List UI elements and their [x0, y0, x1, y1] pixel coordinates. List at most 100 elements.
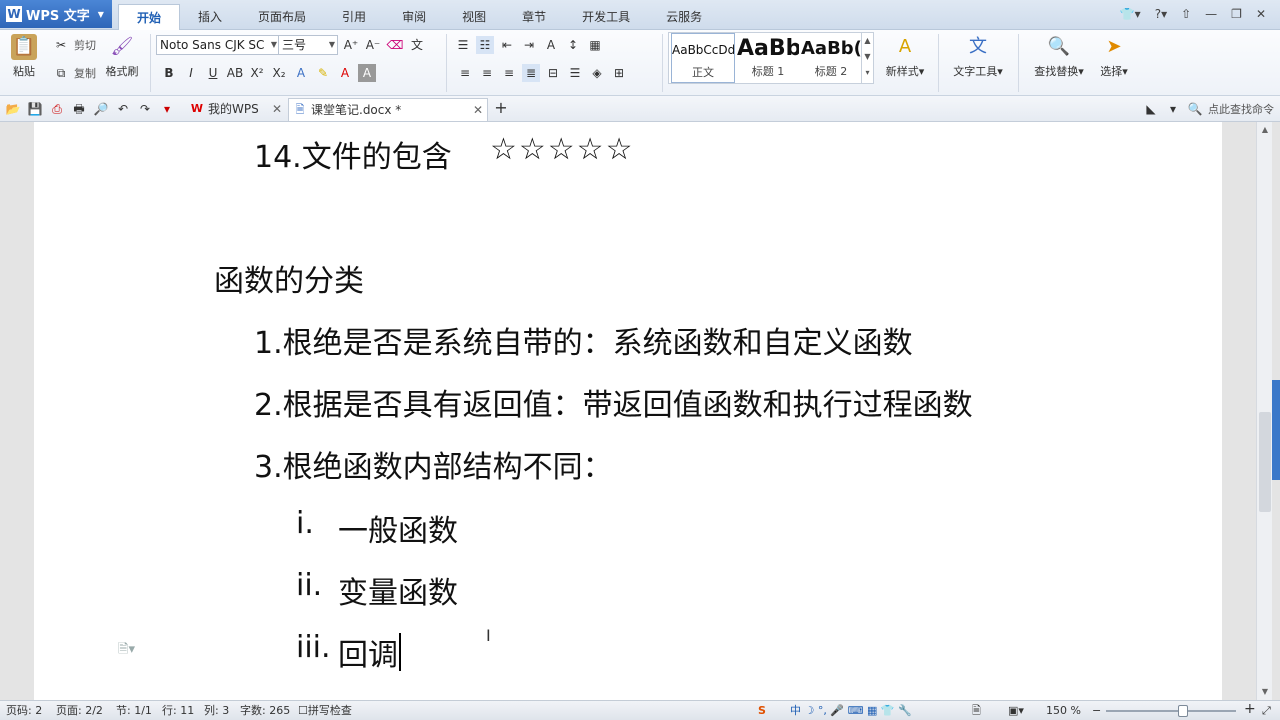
punctuation-icon[interactable]: °, [818, 704, 827, 717]
help-icon[interactable]: ?▾ [1155, 7, 1167, 21]
zoom-out-icon[interactable]: − [1092, 703, 1101, 719]
restore-icon[interactable]: ❐ [1231, 7, 1242, 21]
paste-options-icon[interactable]: 🗎▾ [118, 640, 135, 662]
new-tab-icon[interactable]: + [492, 99, 510, 117]
increase-indent-icon[interactable]: ⇥ [520, 36, 538, 54]
scroll-down-icon[interactable]: ▼ [1257, 684, 1273, 700]
paste-button[interactable]: 📋 粘贴 [4, 30, 44, 79]
tab-options-icon[interactable]: ▾ [1164, 100, 1182, 118]
ime-grid-icon[interactable]: ▦ [867, 704, 877, 717]
command-search[interactable]: ◣ ▾ 🔍 点此查找命令 [1142, 100, 1274, 118]
text-tools-button[interactable]: 文 文字工具▾ [946, 30, 1010, 79]
vertical-scrollbar[interactable]: ▲ ▼ [1256, 122, 1272, 700]
bold-icon[interactable]: B [160, 64, 178, 82]
tab-review[interactable]: 审阅 [384, 4, 444, 30]
status-row[interactable]: 行: 11 [162, 703, 194, 719]
clear-format-icon[interactable]: ⌫ [386, 36, 404, 54]
status-page-number[interactable]: 页码: 2 [6, 703, 42, 719]
tab-references[interactable]: 引用 [324, 4, 384, 30]
export-pdf-icon[interactable]: ⎙ [48, 100, 66, 118]
close-tab-icon[interactable]: ✕ [272, 98, 282, 120]
borders-icon[interactable]: ⊞ [610, 64, 628, 82]
tab-developer[interactable]: 开发工具 [564, 4, 648, 30]
style-normal[interactable]: AaBbCcDd 正文 [671, 33, 735, 83]
tab-home[interactable]: 开始 [118, 4, 181, 30]
cut-button[interactable]: ✂ 剪切 [52, 36, 96, 54]
customize-qat-icon[interactable]: ▾ [158, 100, 176, 118]
status-section[interactable]: 节: 1/1 [116, 703, 152, 719]
ime-toolbar[interactable]: 中 ☽ °, 🎤 ⌨ ▦ 👕 🔧 [790, 703, 912, 719]
find-replace-button[interactable]: 🔍 查找替换▾ [1026, 30, 1092, 79]
font-name-select[interactable]: Noto Sans CJK SC ▼ [156, 35, 280, 55]
copy-button[interactable]: ⧉ 复制 [52, 64, 96, 82]
distributed-icon[interactable]: ⊟ [544, 64, 562, 82]
undo-icon[interactable]: ↶ [114, 100, 132, 118]
new-style-button[interactable]: A 新样式▾ [878, 30, 932, 79]
document-page[interactable]: 14.文件的包含 ☆☆☆☆☆ 函数的分类 1.根绝是否是系统自带的：系统函数和自… [34, 122, 1222, 700]
align-right-icon[interactable]: ≡ [500, 64, 518, 82]
zoom-slider-knob[interactable] [1178, 705, 1188, 717]
tab-insert[interactable]: 插入 [180, 4, 240, 30]
redo-icon[interactable]: ↷ [136, 100, 154, 118]
justify-icon[interactable]: ≣ [522, 64, 540, 82]
zoom-slider[interactable] [1106, 705, 1236, 717]
moon-icon[interactable]: ☽ [805, 704, 815, 717]
fullscreen-icon[interactable]: ⤢ [1262, 703, 1271, 719]
table-border-icon[interactable]: ▦ [586, 36, 604, 54]
scrollbar-thumb[interactable] [1259, 412, 1271, 512]
styles-scroll[interactable]: ▲ ▼ ▾ [861, 33, 873, 83]
minimize-ribbon-icon[interactable]: ⇧ [1181, 7, 1191, 21]
shading-icon[interactable]: ◈ [588, 64, 606, 82]
skin-icon[interactable]: 👕▾ [1120, 7, 1141, 21]
highlight-icon[interactable]: ✎ [314, 64, 332, 82]
italic-icon[interactable]: I [182, 64, 200, 82]
font-size-select[interactable]: 三号 ▼ [278, 35, 338, 55]
app-menu-button[interactable]: W WPS 文字 ▼ [0, 0, 112, 28]
shirt-icon[interactable]: 👕 [881, 704, 895, 717]
strikethrough-icon[interactable]: AB [226, 64, 244, 82]
subscript-icon[interactable]: X₂ [270, 64, 288, 82]
arrow-icon[interactable]: ◣ [1142, 100, 1160, 118]
select-button[interactable]: ➤ 选择▾ [1094, 30, 1134, 79]
style-heading-1[interactable]: AaBb 标题 1 [737, 33, 799, 83]
grow-font-icon[interactable]: A⁺ [342, 36, 360, 54]
save-icon[interactable]: 💾 [26, 100, 44, 118]
ime-logo-icon[interactable]: S [758, 703, 766, 719]
status-word-count[interactable]: 字数: 265 [240, 703, 290, 719]
tab-document[interactable]: 🗎 课堂笔记.docx * ✕ [288, 98, 488, 121]
print-preview-icon[interactable]: 🔎 [92, 100, 110, 118]
minimize-icon[interactable]: — [1205, 7, 1217, 21]
align-center-icon[interactable]: ≡ [478, 64, 496, 82]
format-painter-button[interactable]: 🖌 格式刷 [102, 30, 142, 79]
sort-icon[interactable]: ↕ [564, 36, 582, 54]
superscript-icon[interactable]: X² [248, 64, 266, 82]
close-tab-icon[interactable]: ✕ [473, 99, 483, 121]
zoom-in-icon[interactable]: + [1244, 701, 1256, 717]
underline-icon[interactable]: U [204, 64, 222, 82]
tab-cloud[interactable]: 云服务 [648, 4, 720, 30]
shrink-font-icon[interactable]: A⁻ [364, 36, 382, 54]
font-color-icon[interactable]: A [336, 64, 354, 82]
line-spacing-icon[interactable]: ☰ [566, 64, 584, 82]
print-icon[interactable]: 🖶 [70, 100, 88, 118]
view-options-icon[interactable]: ▣▾ [1008, 703, 1024, 719]
tab-view[interactable]: 视图 [444, 4, 504, 30]
tab-page-layout[interactable]: 页面布局 [240, 4, 324, 30]
close-icon[interactable]: ✕ [1256, 7, 1266, 21]
phonetic-icon[interactable]: 文 [408, 36, 426, 54]
chinese-layout-icon[interactable]: A [542, 36, 560, 54]
status-pages[interactable]: 页面: 2/2 [56, 703, 103, 719]
style-heading-2[interactable]: AaBb( 标题 2 [801, 33, 861, 83]
bullet-list-icon[interactable]: ☰ [454, 36, 472, 54]
spell-check-toggle[interactable]: ☐拼写检查 [298, 703, 352, 719]
microphone-icon[interactable]: 🎤 [830, 704, 844, 717]
open-folder-icon[interactable]: 📂 [4, 100, 22, 118]
tab-my-wps[interactable]: W 我的WPS ✕ [186, 98, 286, 121]
keyboard-icon[interactable]: ⌨ [848, 704, 864, 717]
side-panel-handle[interactable] [1272, 380, 1280, 480]
char-shading-icon[interactable]: A [358, 64, 376, 82]
tab-chapter[interactable]: 章节 [504, 4, 564, 30]
scroll-up-icon[interactable]: ▲ [1257, 122, 1273, 138]
wrench-icon[interactable]: 🔧 [898, 704, 912, 717]
ime-chinese-icon[interactable]: 中 [790, 704, 801, 717]
